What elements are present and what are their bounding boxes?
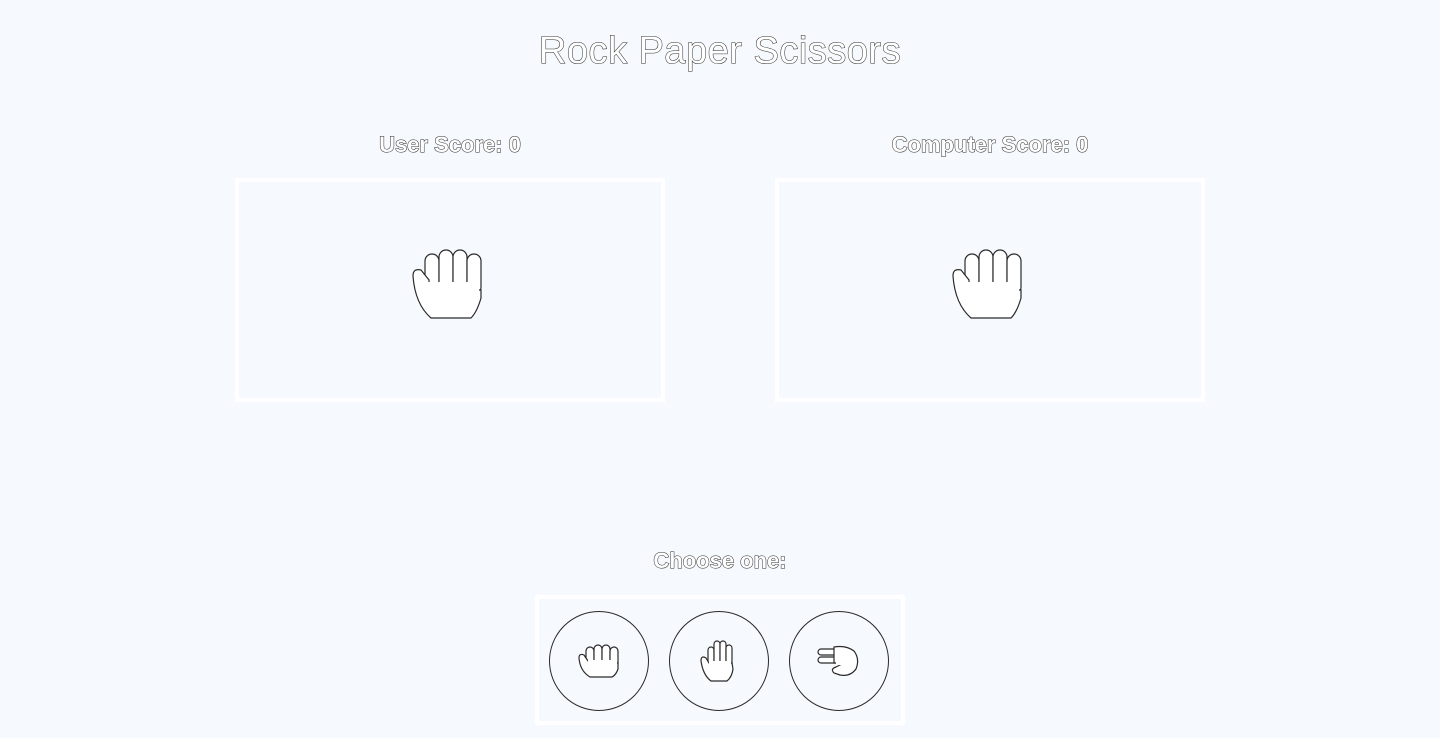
game-page: Rock Paper Scissors User Score: 0 Comput…: [0, 0, 1440, 738]
scissors-hand-icon: [817, 645, 859, 676]
paper-hand-icon: [700, 640, 734, 682]
computer-section: Computer Score: 0: [775, 128, 1205, 402]
computer-hand-panel: [775, 178, 1205, 402]
paper-button[interactable]: [669, 611, 769, 711]
fist-hand-icon: [412, 249, 482, 319]
computer-score: Computer Score: 0: [891, 132, 1089, 158]
user-score: User Score: 0: [379, 132, 522, 158]
user-section: User Score: 0: [235, 128, 665, 402]
fist-hand-icon: [952, 249, 1022, 319]
rock-button[interactable]: [549, 611, 649, 711]
scissors-button[interactable]: [789, 611, 889, 711]
user-hand-panel: [235, 178, 665, 402]
choose-label: Choose one:: [653, 548, 787, 574]
choices-panel: [535, 595, 905, 725]
page-title: Rock Paper Scissors: [538, 30, 902, 73]
rock-hand-icon: [578, 644, 619, 678]
